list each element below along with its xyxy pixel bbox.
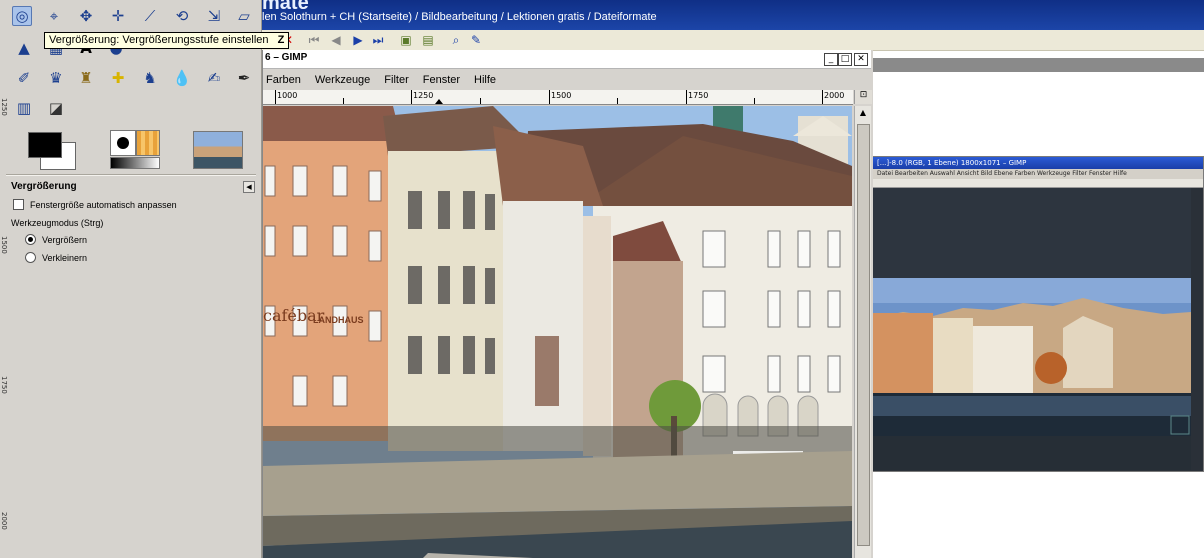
gimp-toolbox: ◎ ⌖ ✥ ✛ ⟋ ⟲ ⇲ ▱ ▲ ▦ A ◒ ✐ ♛ ♜ ✚ ♞ 💧 ✍ ✒ …	[0, 0, 290, 558]
active-image-thumbnail[interactable]	[193, 131, 243, 169]
toolbox-divider	[6, 174, 256, 176]
ruler-label: 1000	[277, 91, 298, 100]
secondary-window-title[interactable]: [...]-8.0 (RGB, 1 Ebene) 1800x1071 – GIM…	[873, 157, 1203, 169]
zoom-tool-icon[interactable]: ◎	[12, 6, 32, 26]
color-picker-icon[interactable]: ◪	[46, 98, 66, 118]
menu-hilfe[interactable]: Hilfe	[474, 74, 496, 86]
image-icon[interactable]: ▣	[398, 32, 414, 48]
image-canvas[interactable]: cafébar LANDHAUS	[263, 106, 852, 558]
perspective-tool-icon[interactable]: ▲	[14, 38, 34, 58]
mode-zoom-in-radio[interactable]	[25, 234, 36, 245]
tool-options-title: Vergrößerung	[11, 181, 77, 192]
auto-resize-label: Fenstergröße automatisch anpassen	[30, 199, 177, 210]
menu-fenster[interactable]: Fenster	[423, 74, 460, 86]
clone-tool-icon[interactable]: ♜	[76, 68, 96, 88]
mode-zoom-in-label: Vergrößern	[42, 234, 88, 245]
prev-icon[interactable]: ◀	[328, 32, 344, 48]
smudge-tool-icon[interactable]: ✍	[204, 68, 224, 88]
left-ruler-label: 1250	[0, 98, 8, 116]
ruler-label: 2000	[824, 91, 845, 100]
left-ruler-label: 2000	[0, 512, 8, 530]
gradient-preview[interactable]	[110, 157, 160, 169]
zoom-tool-tooltip: Vergrößerung: Vergrößerungsstufe einstel…	[44, 32, 290, 49]
rotate-tool-icon[interactable]: ⟲	[172, 6, 192, 26]
move-tool-icon[interactable]: ✥	[76, 6, 96, 26]
pattern-preview[interactable]	[136, 130, 160, 156]
secondary-window-canvas	[873, 188, 1191, 470]
fg-bg-color-swatch[interactable]	[26, 130, 78, 170]
ruler-position-marker	[435, 99, 443, 104]
ruler-label: 1500	[551, 91, 572, 100]
foreground-color[interactable]	[28, 132, 62, 158]
paintbrush-tool-icon[interactable]: ✐	[14, 68, 34, 88]
brush-preview[interactable]	[110, 130, 136, 156]
last-icon[interactable]: ⏭	[370, 32, 386, 48]
menu-farben[interactable]: Farben	[266, 74, 301, 86]
align-tool-icon[interactable]: ✛	[108, 6, 128, 26]
brush-pattern-gradient-area	[110, 130, 162, 169]
tooltip-text: Vergrößerung: Vergrößerungsstufe einstel…	[49, 34, 269, 46]
menu-filter[interactable]: Filter	[384, 74, 408, 86]
next-icon[interactable]: ▶	[350, 32, 366, 48]
measure-tool-icon[interactable]: ⌖	[44, 6, 64, 26]
ruler-label: 1750	[688, 91, 709, 100]
mode-zoom-in-option[interactable]: Vergrößern	[25, 234, 87, 245]
mode-zoom-out-label: Verkleinern	[42, 252, 88, 263]
shear-tool-icon[interactable]: ▱	[234, 6, 254, 26]
tool-mode-label: Werkzeugmodus (Strg)	[11, 218, 103, 228]
secondary-window-ruler	[873, 179, 1203, 188]
airbrush-tool-icon[interactable]: ♛	[46, 68, 66, 88]
maximize-icon[interactable]: □	[838, 53, 852, 66]
scale-tool-icon[interactable]: ⇲	[204, 6, 224, 26]
left-ruler-label: 1750	[0, 376, 8, 394]
perspective-clone-tool-icon[interactable]: ♞	[140, 68, 160, 88]
mode-zoom-out-option[interactable]: Verkleinern	[25, 252, 87, 263]
crop-tool-icon[interactable]: ⟋	[140, 6, 160, 26]
dodge-burn-tool-icon[interactable]: ✒	[234, 68, 254, 88]
vertical-scrollbar[interactable]: ▲	[854, 106, 871, 558]
main-window-titlebar[interactable]: 6 – GIMP _ □ ✕	[263, 50, 871, 69]
auto-resize-checkbox[interactable]	[13, 199, 24, 210]
secondary-window-menubar[interactable]: Datei Bearbeiten Auswahl Ansicht Bild Eb…	[873, 169, 1203, 179]
image-export-icon[interactable]: ▤	[420, 32, 436, 48]
main-menubar: Farben Werkzeuge Filter Fenster Hilfe	[263, 70, 874, 90]
search-icon[interactable]: ⌕	[448, 32, 464, 48]
main-window-title: 6 – GIMP	[265, 52, 308, 63]
tooltip-shortcut: Z	[277, 34, 285, 46]
scroll-up-icon[interactable]: ▲	[855, 106, 871, 120]
blur-tool-icon[interactable]: 💧	[172, 68, 192, 88]
minimize-icon[interactable]: _	[824, 53, 838, 66]
main-gimp-window[interactable]: 6 – GIMP _ □ ✕ Farben Werkzeuge Filter F…	[262, 50, 873, 558]
tool-mode-text: Werkzeugmodus (Strg)	[11, 218, 104, 228]
heal-tool-icon[interactable]: ✚	[108, 68, 128, 88]
canvas-landhaus-sign: LANDHAUS	[313, 315, 364, 325]
left-ruler-marks: 1250 1500 1750 2000	[0, 60, 8, 558]
scrollbar-thumb[interactable]	[857, 124, 870, 546]
menu-werkzeuge[interactable]: Werkzeuge	[315, 74, 370, 86]
first-icon[interactable]: ⏮	[306, 32, 322, 48]
breadcrumb: len Solothurn + CH (Startseite) / Bildbe…	[262, 11, 657, 23]
close-icon[interactable]: ✕	[854, 53, 868, 66]
secondary-gimp-window[interactable]: [...]-8.0 (RGB, 1 Ebene) 1800x1071 – GIM…	[872, 156, 1204, 472]
ruler-label: 1250	[413, 91, 434, 100]
histogram-icon[interactable]: ▥	[14, 98, 34, 118]
background-separator-bar	[872, 58, 1204, 72]
auto-resize-option[interactable]: Fenstergröße automatisch anpassen	[13, 199, 177, 210]
zoom-navigate-icon[interactable]: ⊡	[854, 90, 872, 104]
mode-zoom-out-radio[interactable]	[25, 252, 36, 263]
horizontal-ruler: 1000 1250 1500 1750 2000	[263, 90, 853, 105]
edit-icon[interactable]: ✎	[468, 32, 484, 48]
tool-options-menu-icon[interactable]: ◀	[243, 181, 255, 193]
left-ruler-label: 1500	[0, 236, 8, 254]
